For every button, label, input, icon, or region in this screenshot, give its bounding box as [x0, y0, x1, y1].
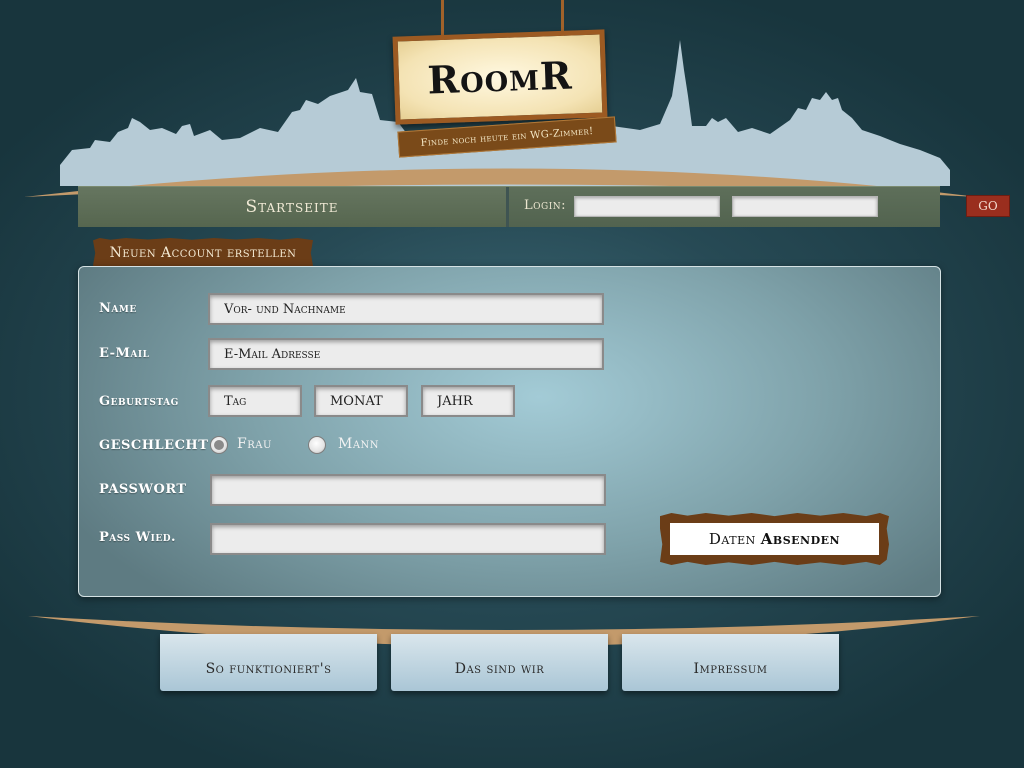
submit-label-part1: Daten [708, 530, 756, 548]
login-area: Login: GO [509, 187, 1010, 227]
birthday-day-input[interactable] [208, 385, 302, 417]
name-label: Name [99, 301, 137, 316]
footer-link-about-us[interactable]: Das sind wir [391, 634, 608, 691]
gender-label: GESCHLECHT [99, 438, 209, 453]
footer-link-how-it-works[interactable]: So funktioniert's [160, 634, 377, 691]
name-input[interactable] [208, 293, 604, 325]
login-label: Login: [524, 198, 567, 213]
submit-label-part2: Absenden [760, 530, 841, 548]
nav-bar: Startseite Login: GO [78, 186, 1010, 227]
birthday-year-input[interactable] [421, 385, 515, 417]
form-title-tag: Neuen Account erstellen [93, 238, 313, 268]
gender-radio-mann[interactable] [308, 436, 326, 454]
gender-option-mann: Mann [338, 436, 380, 452]
login-username-input[interactable] [574, 196, 720, 217]
birthday-month-input[interactable] [314, 385, 408, 417]
registration-form: Name E-Mail Geburtstag GESCHLECHT Frau M… [78, 266, 941, 597]
logo-text: RoomR [426, 51, 574, 103]
email-input[interactable] [208, 338, 604, 370]
password-label: PASSWORT [99, 482, 187, 497]
email-label: E-Mail [99, 346, 150, 361]
gender-option-frau: Frau [237, 436, 272, 452]
password-repeat-label: Pass Wied. [99, 530, 177, 545]
login-go-button[interactable]: GO [966, 195, 1010, 217]
birthday-label: Geburtstag [99, 394, 179, 409]
login-password-input[interactable] [732, 196, 878, 217]
submit-button[interactable]: Daten Absenden [670, 523, 879, 555]
nav-home-link[interactable]: Startseite [78, 187, 506, 227]
logo-sign[interactable]: RoomR [392, 29, 608, 125]
gender-radio-frau[interactable] [210, 436, 228, 454]
password-input[interactable] [210, 474, 606, 506]
footer-link-imprint[interactable]: Impressum [622, 634, 839, 691]
password-repeat-input[interactable] [210, 523, 606, 555]
